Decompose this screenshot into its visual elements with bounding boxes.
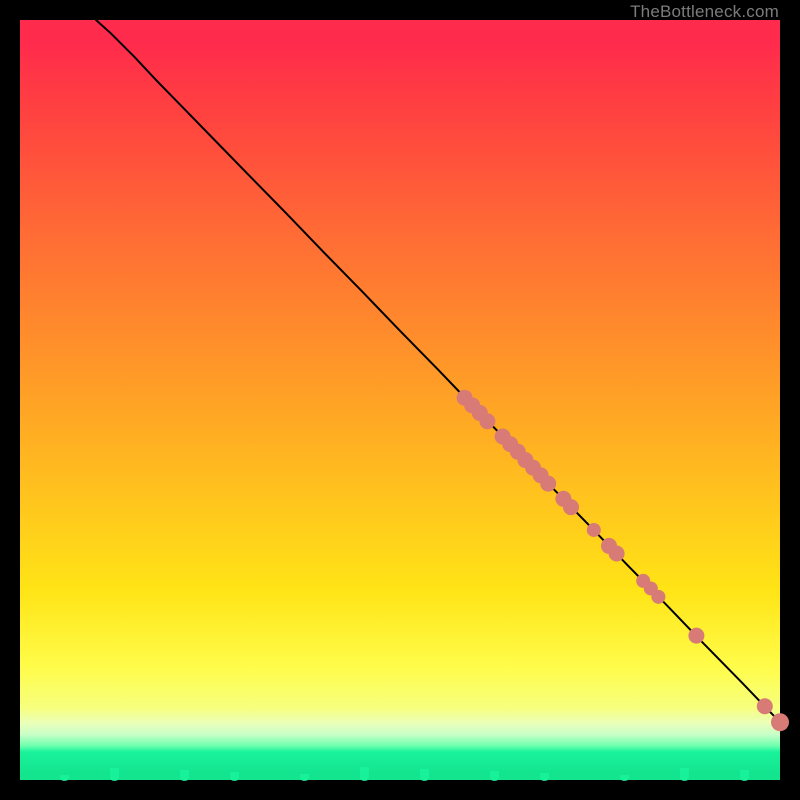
data-point [479,413,495,429]
drip [420,769,429,781]
data-point [540,476,556,492]
drip [230,772,239,781]
chart-root: TheBottleneck.com [0,0,800,800]
drip [300,774,309,781]
drip [490,771,499,781]
data-point [757,698,773,714]
drip [540,773,549,781]
data-point [609,546,625,562]
data-point [587,523,601,537]
data-point [771,713,789,731]
attribution-label: TheBottleneck.com [630,2,779,22]
data-point [651,590,665,604]
bottleneck-curve [96,20,780,722]
data-point [563,499,579,515]
drip [740,770,749,781]
drip [180,770,189,781]
drip [620,775,629,781]
data-point [688,628,704,644]
drip [110,768,119,781]
drip [360,767,369,781]
chart-svg [20,20,780,780]
plot-area [20,20,780,780]
series-group [96,20,789,731]
drip [60,775,69,781]
drip [680,768,689,781]
